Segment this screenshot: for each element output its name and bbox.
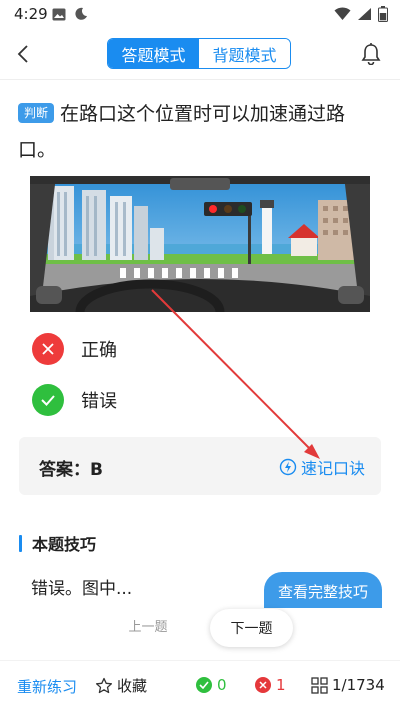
mnemonic-label: 速记口诀: [300, 459, 365, 478]
chevron-left-icon: [17, 45, 28, 63]
moon-icon: [75, 7, 87, 20]
answer-box: 答案：B 速记口诀: [19, 437, 381, 495]
favorite-button[interactable]: 收藏: [95, 675, 147, 696]
mnemonic-button[interactable]: 速记口诀: [279, 455, 365, 479]
correct-count[interactable]: 0: [196, 676, 227, 694]
tab-memorize-mode[interactable]: 背题模式: [199, 39, 290, 68]
view-full-tips-button[interactable]: 查看完整技巧: [264, 572, 382, 608]
battery-icon: [378, 6, 388, 22]
notification-button[interactable]: [358, 40, 384, 68]
question-image: [30, 176, 370, 312]
question-text: 在路口这个位置时可以加速通过路口。: [18, 103, 346, 161]
header: 答题模式 背题模式: [0, 28, 400, 80]
tab-answer-mode[interactable]: 答题模式: [108, 39, 199, 68]
wifi-icon: [334, 7, 351, 20]
road-scene-illustration: [30, 176, 370, 312]
status-time: 4:29: [14, 5, 48, 23]
bell-icon: [361, 43, 381, 65]
check-icon: [196, 677, 212, 693]
lightning-icon: [279, 458, 297, 476]
option-correct[interactable]: 正确: [32, 332, 332, 366]
close-icon: [32, 333, 64, 365]
correct-count-value: 0: [217, 676, 227, 694]
tips-title: 本题技巧: [32, 535, 97, 554]
question: 判断 在路口这个位置时可以加速通过路口。: [18, 96, 382, 168]
answer-text: 答案：B: [39, 460, 103, 480]
status-bar: 4:29: [0, 0, 400, 28]
restart-practice-button[interactable]: 重新练习: [17, 676, 77, 697]
option-label: 正确: [81, 340, 117, 361]
grid-icon: [311, 676, 328, 694]
signal-icon: [358, 8, 371, 20]
prev-question-button[interactable]: 上一题: [118, 618, 178, 638]
next-question-button[interactable]: 下一题: [210, 609, 293, 647]
star-icon: [95, 677, 113, 693]
wrong-count[interactable]: 1: [255, 676, 286, 694]
wrong-count-value: 1: [276, 676, 286, 694]
option-wrong[interactable]: 错误: [32, 383, 332, 417]
option-label: 错误: [81, 391, 117, 412]
question-progress[interactable]: 1/1734: [311, 676, 385, 694]
tips-text: 错误。图中...: [31, 579, 133, 599]
back-button[interactable]: [10, 40, 36, 68]
mode-toggle: 答题模式 背题模式: [107, 38, 291, 69]
close-icon: [255, 677, 271, 693]
progress-value: 1/1734: [332, 676, 385, 694]
favorite-label: 收藏: [117, 677, 148, 695]
bottom-bar: 重新练习 收藏 0 1 1/1734: [0, 660, 400, 711]
tips-header: 本题技巧: [19, 531, 96, 555]
question-type-badge: 判断: [18, 103, 55, 123]
check-icon: [32, 384, 64, 416]
image-icon: [52, 8, 66, 20]
tips-accent-bar: [19, 534, 22, 552]
